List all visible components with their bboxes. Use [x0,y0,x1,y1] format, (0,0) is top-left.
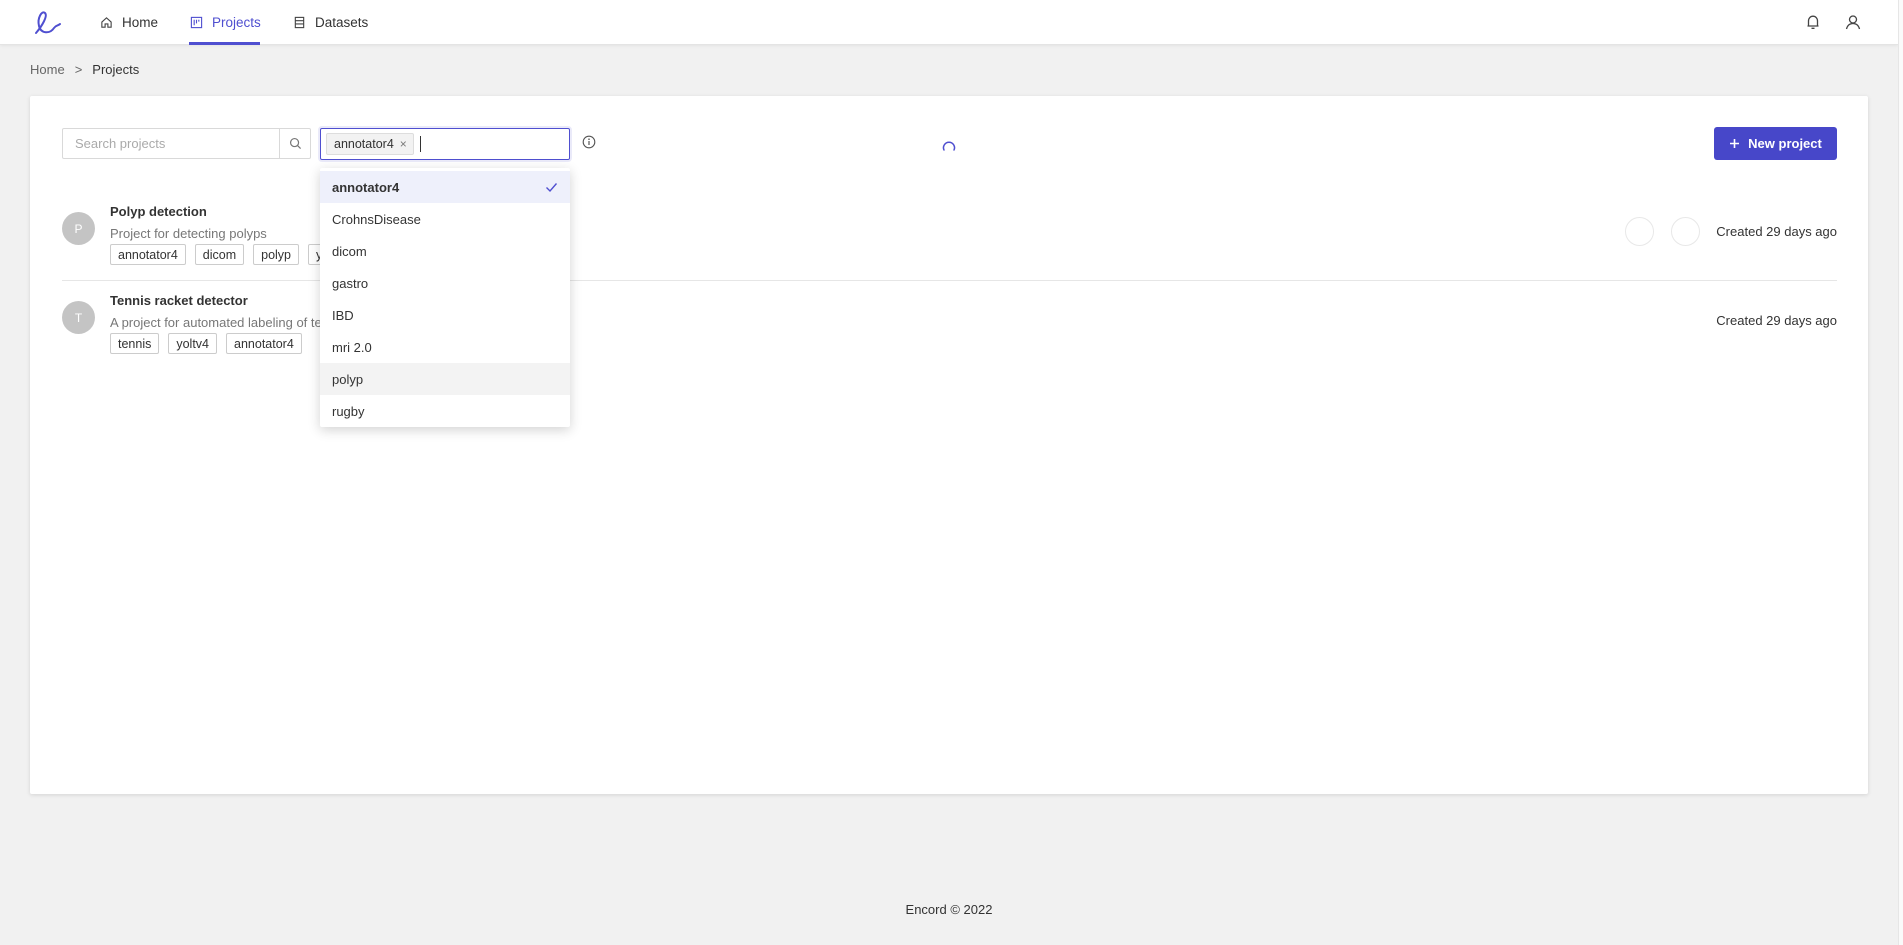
user-icon[interactable] [1843,12,1863,32]
selected-tag-label: annotator4 [334,137,394,151]
project-tag: tennis [110,333,160,354]
tag-option-label: dicom [332,243,367,259]
nav-projects[interactable]: Projects [190,0,261,45]
nav-datasets-label: Datasets [315,15,369,30]
nav-home-label: Home [122,15,159,30]
project-tag: annotator4 [110,244,186,265]
projects-card: annotator4 × New project P Polyp detecti… [30,96,1868,794]
encord-logo[interactable] [32,8,66,38]
project-title[interactable]: Polyp detection [110,204,207,219]
project-search [62,128,311,159]
selected-tag-chip: annotator4 × [326,133,414,155]
nav-home[interactable]: Home [100,0,158,45]
tag-option-label: rugby [332,403,365,419]
project-tags: tennis yoltv4 annotator4 [110,333,302,354]
tag-option[interactable]: rugby [320,395,570,427]
tag-option-label: polyp [332,371,364,387]
search-button[interactable] [279,129,310,158]
info-icon[interactable] [582,135,596,149]
project-tag: polyp [253,244,300,265]
plus-icon [1730,139,1740,148]
collaborator-avatar [1625,217,1654,246]
tag-option[interactable]: gastro [320,267,570,299]
tag-option[interactable]: dicom [320,235,570,267]
search-icon [289,137,301,150]
top-navbar: Home Projects Datasets [0,0,1898,45]
checkmark-icon [546,182,558,192]
tag-dropdown-menu: annotator4 CrohnsDisease dicom gastro IB… [320,168,570,427]
tag-filter-select[interactable]: annotator4 × [320,128,570,160]
search-input[interactable] [63,129,279,158]
project-avatar: P [62,212,95,245]
remove-tag-icon[interactable]: × [400,137,407,151]
tag-option[interactable]: IBD [320,299,570,331]
project-created: Created 29 days ago [1716,313,1837,328]
nav-datasets[interactable]: Datasets [293,0,368,45]
project-description: A project for automated labeling of te [110,315,322,330]
home-icon [101,17,112,28]
new-project-label: New project [1748,136,1822,151]
tag-option[interactable]: CrohnsDisease [320,203,570,235]
tag-option[interactable]: polyp [320,363,570,395]
project-description: Project for detecting polyps [110,226,267,241]
breadcrumb: Home > Projects [30,62,139,77]
window-scrollbar[interactable] [1898,0,1903,945]
breadcrumb-separator: > [74,62,83,77]
tag-option-label: annotator4 [332,179,400,195]
tag-option[interactable]: mri 2.0 [320,331,570,363]
new-project-button[interactable]: New project [1714,127,1837,160]
tag-option-label: CrohnsDisease [332,211,421,227]
tag-option[interactable]: annotator4 [320,171,570,203]
text-cursor [419,136,421,152]
loading-spinner-icon [942,141,956,151]
footer-copyright: Encord © 2022 [905,902,993,917]
bell-icon[interactable] [1803,12,1823,32]
nav-projects-label: Projects [212,15,261,30]
breadcrumb-current: Projects [92,62,140,77]
tag-option-label: gastro [332,275,369,291]
tag-option-label: mri 2.0 [332,339,372,355]
collaborator-avatar [1671,217,1700,246]
datasets-icon [294,16,305,29]
project-tag: dicom [194,244,245,265]
project-tag: annotator4 [226,333,302,354]
active-nav-indicator [189,42,260,45]
project-title[interactable]: Tennis racket detector [110,293,248,308]
breadcrumb-home[interactable]: Home [30,62,65,77]
project-tags: annotator4 dicom polyp y [110,244,331,265]
projects-icon [190,16,203,29]
project-tag: yoltv4 [168,333,218,354]
project-avatar: T [62,301,95,334]
tag-option-label: IBD [332,307,354,323]
project-created: Created 29 days ago [1716,224,1837,239]
